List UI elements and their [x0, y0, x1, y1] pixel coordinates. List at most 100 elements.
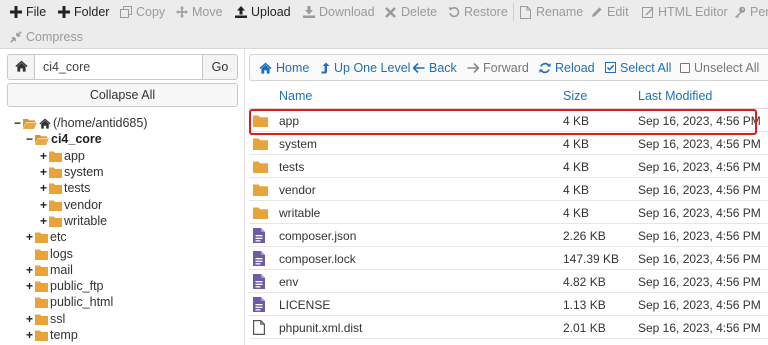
download-icon — [302, 6, 315, 19]
move-button[interactable]: Move — [175, 5, 223, 19]
rename-button[interactable]: Rename — [519, 5, 583, 19]
tree-item-temp[interactable]: + temp — [25, 327, 78, 343]
plus-icon — [57, 6, 70, 19]
file-modified: Sep 16, 2023, 4:56 PM — [638, 252, 761, 266]
compress-button[interactable]: Compress — [9, 30, 83, 44]
file-name: composer.lock — [279, 252, 356, 266]
new-file-button[interactable]: File — [9, 5, 46, 19]
nav-home-button[interactable]: Home — [259, 55, 309, 80]
reload-button[interactable]: Reload — [539, 55, 595, 80]
restore-button[interactable]: Restore — [447, 5, 508, 19]
table-row[interactable]: composer.lock 147.39 KB Sep 16, 2023, 4:… — [249, 247, 768, 270]
document-icon — [253, 228, 269, 243]
expand-toggle[interactable]: + — [25, 279, 34, 293]
table-row[interactable]: LICENSE 1.13 KB Sep 16, 2023, 4:56 PM — [249, 293, 768, 316]
upload-button[interactable]: Upload — [234, 5, 291, 19]
tree-item-writable[interactable]: + writable — [39, 213, 107, 229]
expand-toggle[interactable]: + — [39, 214, 48, 228]
tree-item-ssl[interactable]: + ssl — [25, 311, 65, 327]
blank-file-icon — [253, 320, 269, 335]
checkbox-checked-icon — [605, 62, 616, 73]
back-button[interactable]: Back — [413, 55, 457, 80]
forward-button[interactable]: Forward — [467, 55, 529, 80]
download-button[interactable]: Download — [302, 5, 375, 19]
tree-item-mail[interactable]: + mail — [25, 262, 73, 278]
expand-toggle[interactable]: + — [39, 149, 48, 163]
forward-label: Forward — [483, 60, 529, 75]
expand-toggle[interactable]: + — [39, 198, 48, 212]
copy-button[interactable]: Copy — [119, 5, 165, 19]
home-path-button[interactable] — [7, 54, 35, 80]
level-up-icon — [321, 62, 330, 74]
up-one-level-button[interactable]: Up One Level — [321, 55, 410, 80]
expand-toggle[interactable]: + — [39, 165, 48, 179]
new-folder-button[interactable]: Folder — [57, 5, 109, 19]
folder-icon — [35, 297, 48, 308]
table-row[interactable]: composer.json 2.26 KB Sep 16, 2023, 4:56… — [249, 224, 768, 247]
navigation-bar: Home Up One Level Back Forward Reload Se… — [249, 54, 768, 81]
permissions-button[interactable]: Perr — [733, 5, 768, 19]
column-header-size[interactable]: Size — [563, 89, 587, 103]
folder-icon — [253, 182, 269, 197]
go-button[interactable]: Go — [202, 54, 238, 80]
table-row[interactable]: system 4 KB Sep 16, 2023, 4:56 PM — [249, 132, 768, 155]
tree-item-home[interactable]: − (/home/antid685) — [13, 115, 148, 131]
expand-toggle[interactable]: + — [25, 230, 34, 244]
expand-toggle[interactable]: + — [25, 263, 34, 277]
folder-icon — [49, 216, 62, 227]
expand-toggle[interactable]: + — [25, 328, 34, 342]
expand-toggle[interactable]: + — [25, 312, 34, 326]
back-label: Back — [429, 60, 457, 75]
table-row[interactable]: app 4 KB Sep 16, 2023, 4:56 PM — [249, 109, 768, 132]
upload-icon — [234, 6, 247, 19]
unselect-all-button[interactable]: Unselect All — [680, 55, 759, 80]
path-input[interactable] — [35, 54, 202, 80]
table-row[interactable]: tests 4 KB Sep 16, 2023, 4:56 PM — [249, 155, 768, 178]
table-row[interactable]: env 4.82 KB Sep 16, 2023, 4:56 PM — [249, 270, 768, 293]
select-all-button[interactable]: Select All — [605, 55, 671, 80]
collapse-toggle[interactable]: − — [13, 116, 22, 130]
folder-icon — [35, 265, 48, 276]
tree-item-app[interactable]: + app — [39, 148, 85, 164]
column-header-last-modified[interactable]: Last Modified — [638, 89, 712, 103]
tree-item-system[interactable]: + system — [39, 164, 104, 180]
file-name: vendor — [279, 183, 316, 197]
expand-toggle[interactable]: + — [39, 181, 48, 195]
tree-item-label: logs — [50, 247, 73, 261]
file-size: 2.26 KB — [563, 229, 606, 243]
html-editor-button[interactable]: HTML Editor — [641, 5, 728, 19]
table-row[interactable]: writable 4 KB Sep 16, 2023, 4:56 PM — [249, 201, 768, 224]
plus-icon — [9, 6, 22, 19]
move-label: Move — [192, 5, 223, 19]
document-icon — [253, 297, 269, 312]
delete-button[interactable]: Delete — [384, 5, 437, 19]
column-header-name[interactable]: Name — [279, 89, 312, 103]
tree-item-public-ftp[interactable]: + public_ftp — [25, 278, 104, 294]
table-row[interactable]: phpunit.xml.dist 2.01 KB Sep 16, 2023, 4… — [249, 316, 768, 339]
collapse-all-button[interactable]: Collapse All — [7, 83, 238, 107]
collapse-toggle[interactable]: − — [25, 132, 34, 146]
tree-item-vendor[interactable]: + vendor — [39, 197, 102, 213]
folder-icon — [35, 314, 48, 325]
tree-item-ci4-core[interactable]: − ci4_core — [25, 131, 102, 147]
tree-item-label: public_html — [50, 295, 114, 309]
file-name: LICENSE — [279, 298, 331, 312]
file-size: 147.39 KB — [563, 252, 620, 266]
tree-item-etc[interactable]: + etc — [25, 229, 67, 245]
tree-item-label: temp — [50, 328, 78, 342]
permissions-label: Perr — [750, 5, 768, 19]
tree-item-tests[interactable]: + tests — [39, 180, 90, 196]
folder-icon — [49, 200, 62, 211]
tree-item-logs[interactable]: logs — [25, 246, 73, 262]
tree-item-public-html[interactable]: public_html — [25, 294, 113, 310]
upload-label: Upload — [251, 5, 291, 19]
rename-label: Rename — [536, 5, 584, 19]
folder-icon — [35, 281, 48, 292]
file-size: 4.82 KB — [563, 275, 606, 289]
new-file-label: File — [26, 5, 47, 19]
edit-button[interactable]: Edit — [590, 5, 629, 19]
html-editor-icon — [641, 6, 654, 19]
table-row[interactable]: vendor 4 KB Sep 16, 2023, 4:56 PM — [249, 178, 768, 201]
file-size: 1.13 KB — [563, 298, 606, 312]
file-modified: Sep 16, 2023, 4:56 PM — [638, 160, 761, 174]
